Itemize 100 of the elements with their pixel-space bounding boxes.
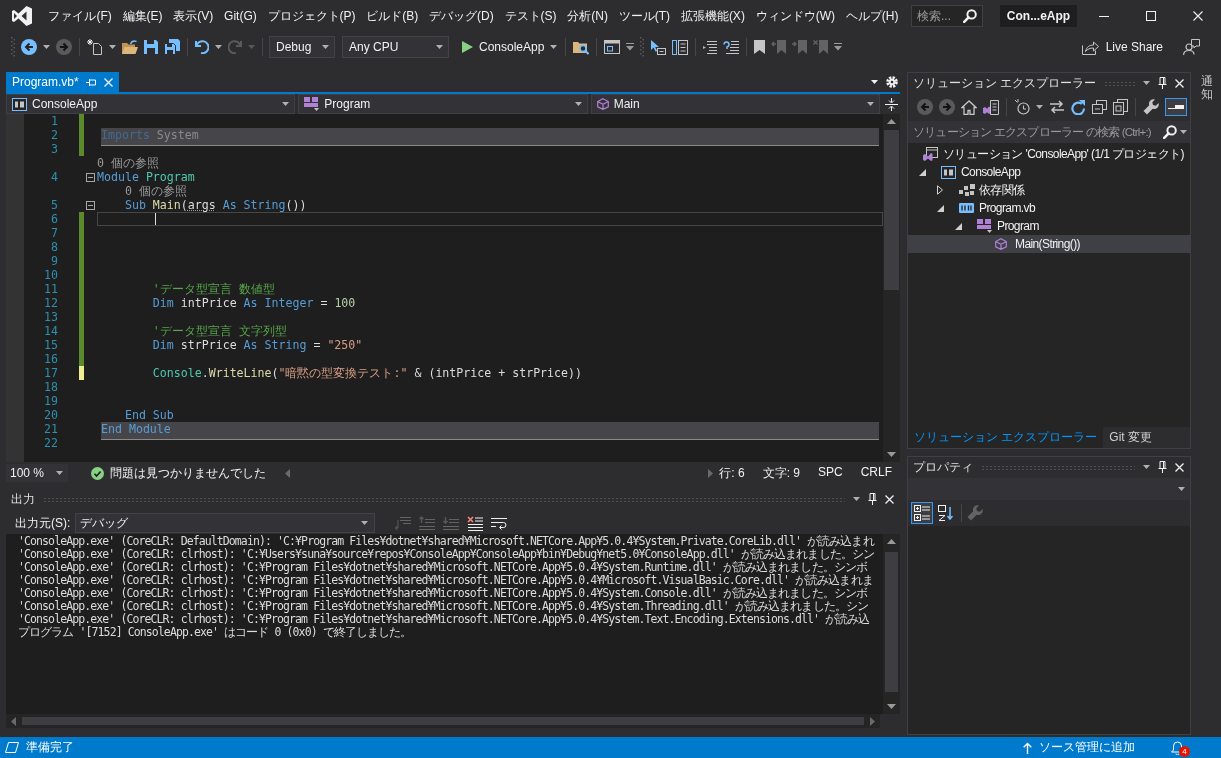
scroll-up-icon[interactable] (887, 119, 896, 124)
caret-icon[interactable] (871, 80, 878, 84)
wrench-icon[interactable] (1143, 99, 1159, 115)
pin-icon[interactable] (868, 493, 877, 505)
type-dropdown[interactable]: Program (298, 94, 588, 114)
start-button[interactable]: ConsoleApp (454, 36, 562, 58)
member-dropdown[interactable]: Main (590, 94, 880, 114)
menu-item[interactable]: 拡張機能(X) (675, 3, 751, 29)
close-icon[interactable] (885, 494, 894, 504)
configuration-dropdown[interactable]: Debug (269, 36, 335, 58)
collapsed-arrow-icon[interactable] (937, 185, 943, 195)
whitespace-indicator[interactable]: SPC (817, 464, 843, 482)
refresh-icon[interactable] (1071, 99, 1086, 115)
collapse-box-icon[interactable] (86, 172, 95, 182)
tree-item[interactable]: ConsoleApp (908, 163, 1190, 181)
scroll-down-icon[interactable] (887, 452, 896, 457)
collapse-all-icon[interactable] (1092, 100, 1107, 114)
platform-dropdown[interactable]: Any CPU (342, 36, 449, 58)
caret-icon[interactable] (1180, 130, 1187, 134)
scroll-right-icon[interactable] (708, 468, 713, 478)
wrap-lines-icon[interactable] (491, 516, 508, 530)
menu-item[interactable]: 分析(N) (561, 3, 614, 29)
settings-icon[interactable] (886, 76, 898, 88)
caret-icon[interactable] (1143, 465, 1150, 469)
close-icon[interactable] (1175, 462, 1184, 472)
menu-item[interactable]: Git(G) (218, 5, 263, 27)
search-field[interactable]: ソリューション エクスプローラー の検索 (Ctrl+:) (908, 121, 1190, 143)
scrollbar-thumb[interactable] (22, 717, 864, 725)
clock-icon[interactable] (1014, 99, 1030, 115)
side-tab[interactable]: 通知 (1201, 72, 1213, 105)
zoom-dropdown[interactable]: 100 % (6, 464, 68, 482)
pin-icon[interactable] (1158, 77, 1167, 89)
tree-item[interactable]: Program (908, 217, 1190, 235)
scroll-up-icon[interactable] (887, 539, 896, 544)
line-ending-indicator[interactable]: CRLF (860, 464, 892, 482)
live-share-button[interactable]: Live Share (1078, 39, 1166, 55)
caret-icon[interactable] (1143, 81, 1150, 85)
caret-icon[interactable] (1036, 105, 1043, 109)
bookmark-icon[interactable] (754, 40, 766, 54)
window-icon[interactable] (604, 40, 621, 54)
clear-lines-icon[interactable] (467, 515, 484, 531)
back-icon[interactable] (21, 39, 37, 55)
folder-search-icon[interactable] (573, 39, 590, 55)
stacked-pages-icon[interactable] (1113, 99, 1128, 115)
vertical-scrollbar[interactable] (883, 114, 900, 462)
save-icon[interactable] (144, 40, 158, 54)
caret-icon[interactable] (215, 45, 222, 49)
source-control-button[interactable]: ソース管理に追加 (1023, 739, 1135, 756)
tree-item[interactable]: Main(String()) (908, 235, 1190, 253)
question-mark-lines-icon[interactable] (723, 40, 740, 54)
caret-icon[interactable] (109, 45, 116, 49)
menu-item[interactable]: テスト(S) (499, 3, 562, 29)
bell-icon[interactable] (1171, 740, 1184, 755)
scrollbar-thumb[interactable] (885, 552, 898, 692)
panel-tab[interactable]: ソリューション エクスプローラー (908, 427, 1104, 448)
categorized-list-icon[interactable] (911, 502, 933, 524)
overflow-icon[interactable] (626, 43, 635, 51)
expanded-arrow-icon[interactable] (955, 222, 962, 230)
line-indicator[interactable]: 行: 6 (719, 464, 745, 482)
menu-item[interactable]: ウィンドウ(W) (750, 3, 841, 29)
split-icon[interactable] (885, 97, 898, 111)
menu-item[interactable]: 編集(E) (117, 3, 168, 29)
tree-item[interactable]: Program.vb (908, 199, 1190, 217)
menu-item[interactable]: ビルド(B) (360, 3, 424, 29)
scroll-right-icon[interactable] (870, 716, 875, 726)
close-icon[interactable] (1192, 11, 1203, 21)
sync-arrows-icon[interactable] (1049, 100, 1065, 114)
document-views-icon[interactable] (983, 99, 999, 115)
expanded-arrow-icon[interactable] (937, 204, 944, 212)
save-all-icon[interactable] (164, 39, 180, 55)
parallelogram-icon[interactable] (5, 742, 19, 753)
new-file-icon[interactable] (87, 39, 103, 55)
menu-item[interactable]: 表示(V) (167, 3, 219, 29)
minimize-icon[interactable] (1098, 15, 1109, 17)
reference-count-link[interactable]: 0 個の参照 (124, 184, 187, 198)
home-icon[interactable] (961, 99, 977, 115)
pin-icon[interactable] (1158, 461, 1167, 473)
close-icon[interactable] (1175, 78, 1184, 88)
indent-lines-icon[interactable] (703, 40, 718, 54)
expanded-arrow-icon[interactable] (919, 168, 926, 176)
horizontal-scrollbar[interactable] (6, 714, 880, 728)
reference-count-link[interactable]: 0 個の参照 (97, 156, 159, 170)
panel-tab[interactable]: Git 変更 (1103, 427, 1158, 448)
menu-item[interactable]: ヘルプ(H) (840, 3, 904, 29)
dash-bar-icon[interactable] (1165, 98, 1187, 116)
sort-down-icon[interactable] (938, 505, 953, 521)
scroll-down-icon[interactable] (887, 704, 896, 709)
overflow-icon[interactable] (834, 43, 843, 51)
tree-item[interactable]: ソリューション 'ConsoleApp' (1/1 プロジェクト) (908, 145, 1190, 163)
undo-icon[interactable] (195, 40, 209, 54)
pointer-box-icon[interactable] (650, 39, 667, 55)
issues-status[interactable]: 問題は見つかりませんでした (110, 464, 266, 482)
panel-list-icon[interactable] (672, 39, 689, 55)
menu-item[interactable]: プロジェクト(P) (262, 3, 361, 29)
tree-item[interactable]: 依存関係 (908, 181, 1190, 199)
column-indicator[interactable]: 文字: 9 (762, 464, 800, 482)
caret-icon[interactable] (853, 497, 860, 501)
collapse-box-icon[interactable] (86, 200, 95, 210)
scroll-left-icon[interactable] (285, 468, 290, 478)
source-dropdown[interactable]: デバッグ (75, 513, 376, 533)
